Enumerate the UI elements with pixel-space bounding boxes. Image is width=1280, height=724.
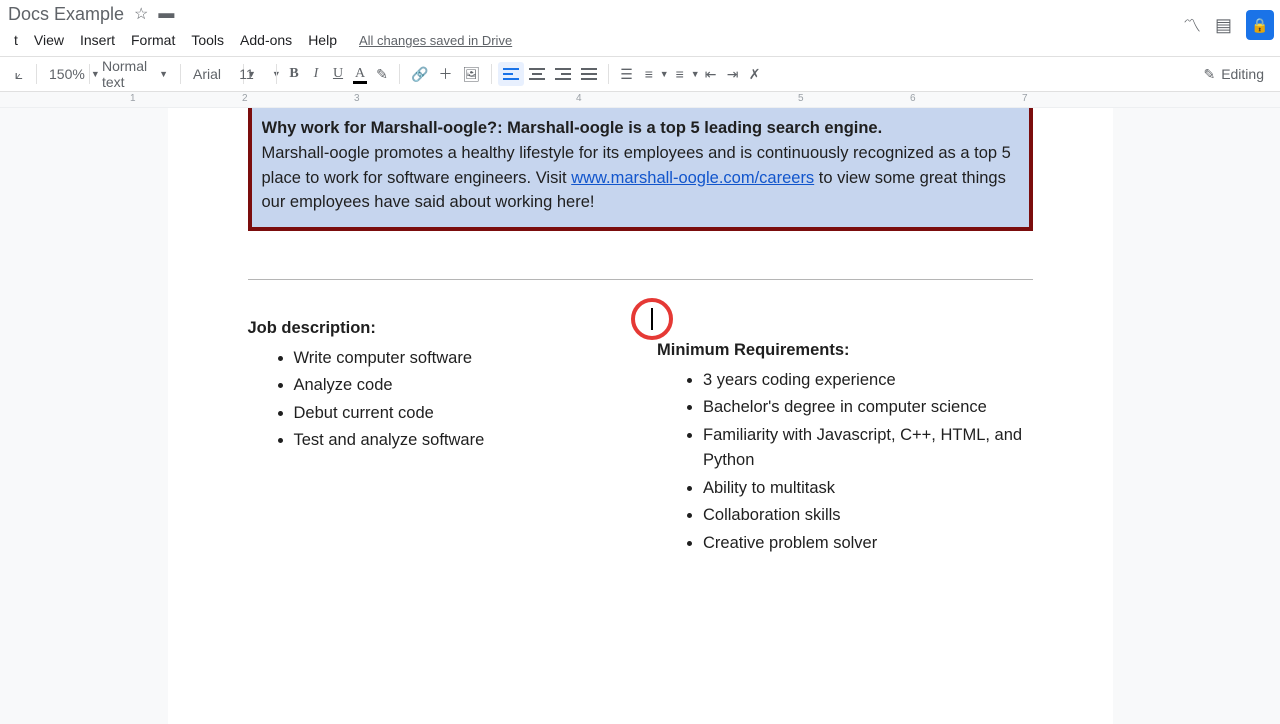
font-select[interactable]: Arial▼ bbox=[187, 66, 237, 82]
menu-format[interactable]: Format bbox=[123, 30, 183, 50]
list-item: Familiarity with Javascript, C++, HTML, … bbox=[703, 423, 1033, 474]
highlight-button[interactable]: ✎ bbox=[371, 62, 393, 86]
share-button[interactable]: 🔒 bbox=[1246, 10, 1274, 40]
paint-format-button[interactable]: ⟀ bbox=[8, 62, 30, 86]
insert-image-button[interactable]: 🖼 bbox=[457, 62, 485, 86]
text-color-button[interactable]: A bbox=[349, 62, 371, 86]
align-left-button[interactable] bbox=[498, 62, 524, 86]
ruler-mark: 7 bbox=[1022, 93, 1028, 104]
list-item: Debut current code bbox=[294, 401, 624, 427]
align-right-button[interactable] bbox=[550, 62, 576, 86]
list-item: Test and analyze software bbox=[294, 428, 624, 454]
paragraph-style-select[interactable]: Normal text▼ bbox=[96, 58, 174, 90]
list-item: Analyze code bbox=[294, 373, 624, 399]
underline-button[interactable]: U bbox=[327, 62, 349, 86]
increase-indent-button[interactable]: ⇥ bbox=[722, 62, 744, 86]
font-size-value: 11 bbox=[239, 66, 254, 82]
careers-link[interactable]: www.marshall-oogle.com/careers bbox=[571, 169, 814, 187]
requirements-heading: Minimum Requirements: bbox=[657, 338, 1033, 364]
ruler-mark: 2 bbox=[242, 93, 248, 104]
align-justify-button[interactable] bbox=[576, 62, 602, 86]
cursor-indicator bbox=[631, 298, 673, 340]
menu-bar: t View Insert Format Tools Add-ons Help … bbox=[0, 28, 1280, 52]
two-column-layout: Job description: Write computer software… bbox=[248, 316, 1033, 559]
editing-mode-button[interactable]: ✎ Editing bbox=[1203, 66, 1272, 83]
menu-help[interactable]: Help bbox=[300, 30, 345, 50]
ruler-mark: 1 bbox=[130, 93, 136, 104]
ruler-mark: 5 bbox=[798, 93, 804, 104]
highlight-box: Why work for Marshall-oogle?: Marshall-o… bbox=[248, 108, 1033, 231]
star-icon[interactable]: ☆ bbox=[134, 4, 148, 24]
title-bar: Docs Example ☆ ▬ bbox=[0, 0, 1280, 28]
menu-edit[interactable]: t bbox=[6, 30, 26, 50]
document-area: Why work for Marshall-oogle?: Marshall-o… bbox=[0, 108, 1280, 724]
bulleted-list-button[interactable]: ≡ bbox=[669, 62, 691, 86]
align-center-button[interactable] bbox=[524, 62, 550, 86]
bold-button[interactable]: B bbox=[283, 62, 305, 86]
editing-mode-label: Editing bbox=[1221, 66, 1264, 82]
comments-icon[interactable]: ▤ bbox=[1215, 15, 1232, 36]
numbered-list-button[interactable]: ≡ bbox=[638, 62, 660, 86]
box-text-topline: Why work for Marshall-oogle?: Marshall-o… bbox=[262, 116, 1019, 141]
list-item: Bachelor's degree in computer science bbox=[703, 395, 1033, 421]
text-cursor bbox=[651, 308, 653, 330]
pencil-icon: ✎ bbox=[1203, 66, 1215, 83]
list-item: Creative problem solver bbox=[703, 531, 1033, 557]
line-spacing-button[interactable]: ☰ bbox=[615, 62, 638, 86]
doc-title[interactable]: Docs Example bbox=[8, 4, 124, 25]
requirements-column: Minimum Requirements: 3 years coding exp… bbox=[657, 316, 1033, 559]
ruler-mark: 4 bbox=[576, 93, 582, 104]
font-value: Arial bbox=[193, 66, 221, 82]
ruler-mark: 3 bbox=[354, 93, 360, 104]
menu-view[interactable]: View bbox=[26, 30, 72, 50]
activity-icon[interactable]: 〽 bbox=[1183, 12, 1201, 38]
save-status[interactable]: All changes saved in Drive bbox=[359, 33, 512, 48]
italic-button[interactable]: I bbox=[305, 62, 327, 86]
ruler[interactable]: 1 2 3 4 5 6 7 bbox=[0, 92, 1280, 108]
decrease-indent-button[interactable]: ⇤ bbox=[700, 62, 722, 86]
job-description-column: Job description: Write computer software… bbox=[248, 316, 624, 559]
page[interactable]: Why work for Marshall-oogle?: Marshall-o… bbox=[168, 108, 1113, 724]
insert-link-button[interactable]: 🔗 bbox=[406, 62, 433, 86]
folder-icon[interactable]: ▬ bbox=[158, 5, 174, 23]
zoom-value: 150% bbox=[49, 66, 85, 82]
zoom-select[interactable]: 150%▼ bbox=[43, 66, 83, 82]
menu-insert[interactable]: Insert bbox=[72, 30, 123, 50]
list-item: Write computer software bbox=[294, 346, 624, 372]
requirements-list: 3 years coding experience Bachelor's deg… bbox=[657, 368, 1033, 557]
clear-formatting-button[interactable]: ✗ bbox=[744, 62, 766, 86]
list-item: Collaboration skills bbox=[703, 503, 1033, 529]
menu-tools[interactable]: Tools bbox=[183, 30, 232, 50]
list-item: Ability to multitask bbox=[703, 476, 1033, 502]
menu-addons[interactable]: Add-ons bbox=[232, 30, 300, 50]
font-size-select[interactable]: 11▼ bbox=[250, 66, 270, 82]
job-description-list: Write computer software Analyze code Deb… bbox=[248, 346, 624, 454]
add-comment-button[interactable]: ＋ bbox=[433, 62, 457, 86]
horizontal-rule bbox=[248, 279, 1033, 280]
list-item: 3 years coding experience bbox=[703, 368, 1033, 394]
toolbar: ⟀ 150%▼ Normal text▼ Arial▼ 11▼ B I U A … bbox=[0, 56, 1280, 92]
job-description-heading: Job description: bbox=[248, 316, 624, 342]
ruler-mark: 6 bbox=[910, 93, 916, 104]
style-value: Normal text bbox=[102, 58, 153, 90]
top-right-controls: 〽 ▤ 🔒 bbox=[1183, 10, 1274, 40]
